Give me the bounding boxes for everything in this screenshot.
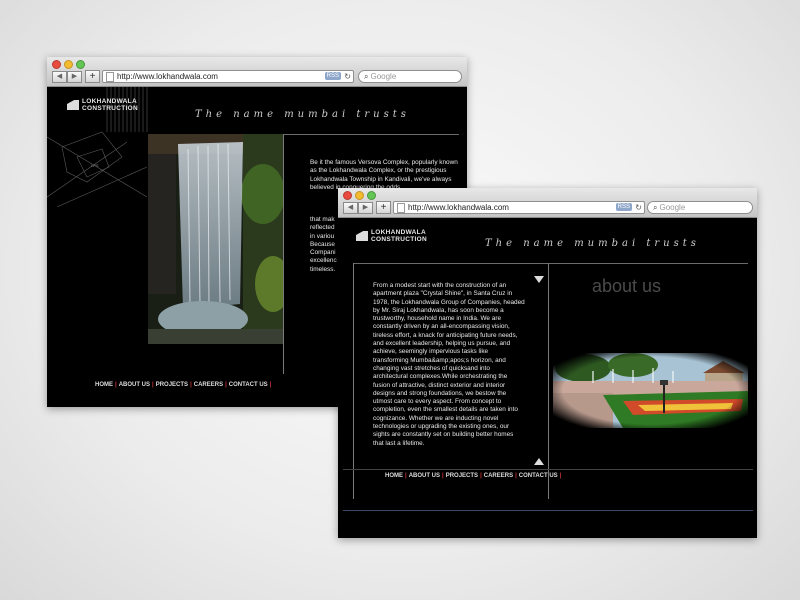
tagline: The name mumbai trusts [195, 109, 410, 120]
minimize-window-button[interactable] [64, 60, 73, 69]
nav-about-us[interactable]: ABOUT US [119, 382, 150, 388]
close-window-button[interactable] [343, 191, 352, 200]
nav-projects[interactable]: PROJECTS [446, 473, 478, 479]
browser-toolbar: ◀ ▶ + http://www.lokhandwala.com RSS ↻ ⌕… [338, 188, 757, 218]
nav-about-us[interactable]: ABOUT US [409, 473, 440, 479]
zoom-window-button[interactable] [367, 191, 376, 200]
search-placeholder: Google [659, 203, 686, 212]
rss-badge[interactable]: RSS [324, 72, 341, 80]
zoom-window-button[interactable] [76, 60, 85, 69]
column-divider [283, 134, 284, 374]
nav-contact-us[interactable]: CONTACT US [519, 473, 558, 479]
scroll-down-arrow-icon[interactable] [534, 276, 544, 283]
close-window-button[interactable] [52, 60, 61, 69]
address-bar[interactable]: http://www.lokhandwala.com RSS ↻ [102, 70, 354, 83]
page-icon [106, 72, 114, 82]
search-field[interactable]: ⌕ Google [358, 70, 462, 83]
reload-icon[interactable]: ↻ [635, 202, 642, 213]
logo-line-1: LOKHANDWALA [371, 229, 426, 236]
forward-button[interactable]: ▶ [67, 71, 82, 83]
page-heading: about us [592, 276, 662, 296]
page-icon [397, 203, 405, 213]
about-us-text: From a modest start with the constructio… [373, 282, 525, 447]
search-placeholder: Google [370, 72, 397, 81]
browser-window-front: ◀ ▶ + http://www.lokhandwala.com RSS ↻ ⌕… [338, 188, 757, 538]
window-controls [52, 60, 85, 69]
column-divider [548, 263, 549, 499]
footer-rule [343, 469, 753, 470]
back-button[interactable]: ◀ [343, 202, 358, 214]
add-bookmark-button[interactable]: + [376, 201, 391, 214]
bottom-rule [343, 510, 753, 511]
address-bar-text: http://www.lokhandwala.com [408, 203, 509, 212]
back-button[interactable]: ◀ [52, 71, 67, 83]
nav-careers[interactable]: CAREERS [484, 473, 513, 479]
logo-line-1: LOKHANDWALA [82, 98, 137, 105]
map-label: LPS [91, 163, 99, 168]
tagline: The name mumbai trusts [485, 238, 700, 249]
nav-home[interactable]: HOME [95, 382, 113, 388]
add-bookmark-button[interactable]: + [85, 70, 100, 83]
page-content: LOKHANDWALA CONSTRUCTION The name mumbai… [338, 218, 757, 538]
main-nav: HOME | ABOUT US | PROJECTS | CAREERS | CONTA… [385, 473, 562, 479]
rss-badge[interactable]: RSS [615, 203, 632, 211]
logo-icon [67, 100, 79, 110]
logo[interactable]: LOKHANDWALA CONSTRUCTION [67, 98, 138, 112]
address-bar[interactable]: http://www.lokhandwala.com RSS ↻ [393, 201, 645, 214]
nav-careers[interactable]: CAREERS [194, 382, 223, 388]
nav-contact-us[interactable]: CONTACT US [229, 382, 268, 388]
search-icon: ⌕ [653, 203, 658, 212]
waterfall-image [148, 134, 283, 344]
logo-icon [356, 231, 368, 241]
window-controls [343, 191, 376, 200]
logo-line-2: CONSTRUCTION [371, 236, 427, 243]
browser-toolbar: ◀ ▶ + http://www.lokhandwala.com RSS ↻ ⌕… [47, 57, 467, 87]
left-border-line [353, 263, 354, 499]
main-nav: HOME | ABOUT US | PROJECTS | CAREERS | CONTA… [95, 382, 272, 388]
reload-icon[interactable]: ↻ [344, 71, 351, 82]
scroll-up-arrow-icon[interactable] [534, 458, 544, 465]
nav-projects[interactable]: PROJECTS [156, 382, 188, 388]
garden-image [553, 353, 748, 428]
address-bar-text: http://www.lokhandwala.com [117, 72, 218, 81]
logo[interactable]: LOKHANDWALA CONSTRUCTION [356, 229, 427, 243]
logo-line-2: CONSTRUCTION [82, 105, 138, 112]
header-rule [353, 263, 748, 264]
nav-home[interactable]: HOME [385, 473, 403, 479]
search-field[interactable]: ⌕ Google [647, 201, 753, 214]
minimize-window-button[interactable] [355, 191, 364, 200]
forward-button[interactable]: ▶ [358, 202, 373, 214]
search-icon: ⌕ [364, 72, 369, 81]
